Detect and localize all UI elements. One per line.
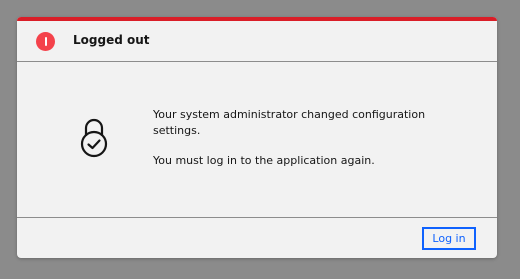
message-line-login: You must log in to the application again… <box>153 154 375 167</box>
dialog-message: Your system administrator changed config… <box>153 107 473 169</box>
footer-divider <box>17 217 497 218</box>
dialog-header: Logged out <box>17 21 497 62</box>
message-line-config: Your system administrator changed config… <box>153 108 426 137</box>
lock-check-icon <box>80 118 108 158</box>
log-in-button[interactable]: Log in <box>422 227 476 250</box>
logged-out-dialog: Logged out Your system administrator cha… <box>17 17 497 258</box>
error-icon <box>36 32 55 51</box>
dialog-title: Logged out <box>73 33 150 47</box>
